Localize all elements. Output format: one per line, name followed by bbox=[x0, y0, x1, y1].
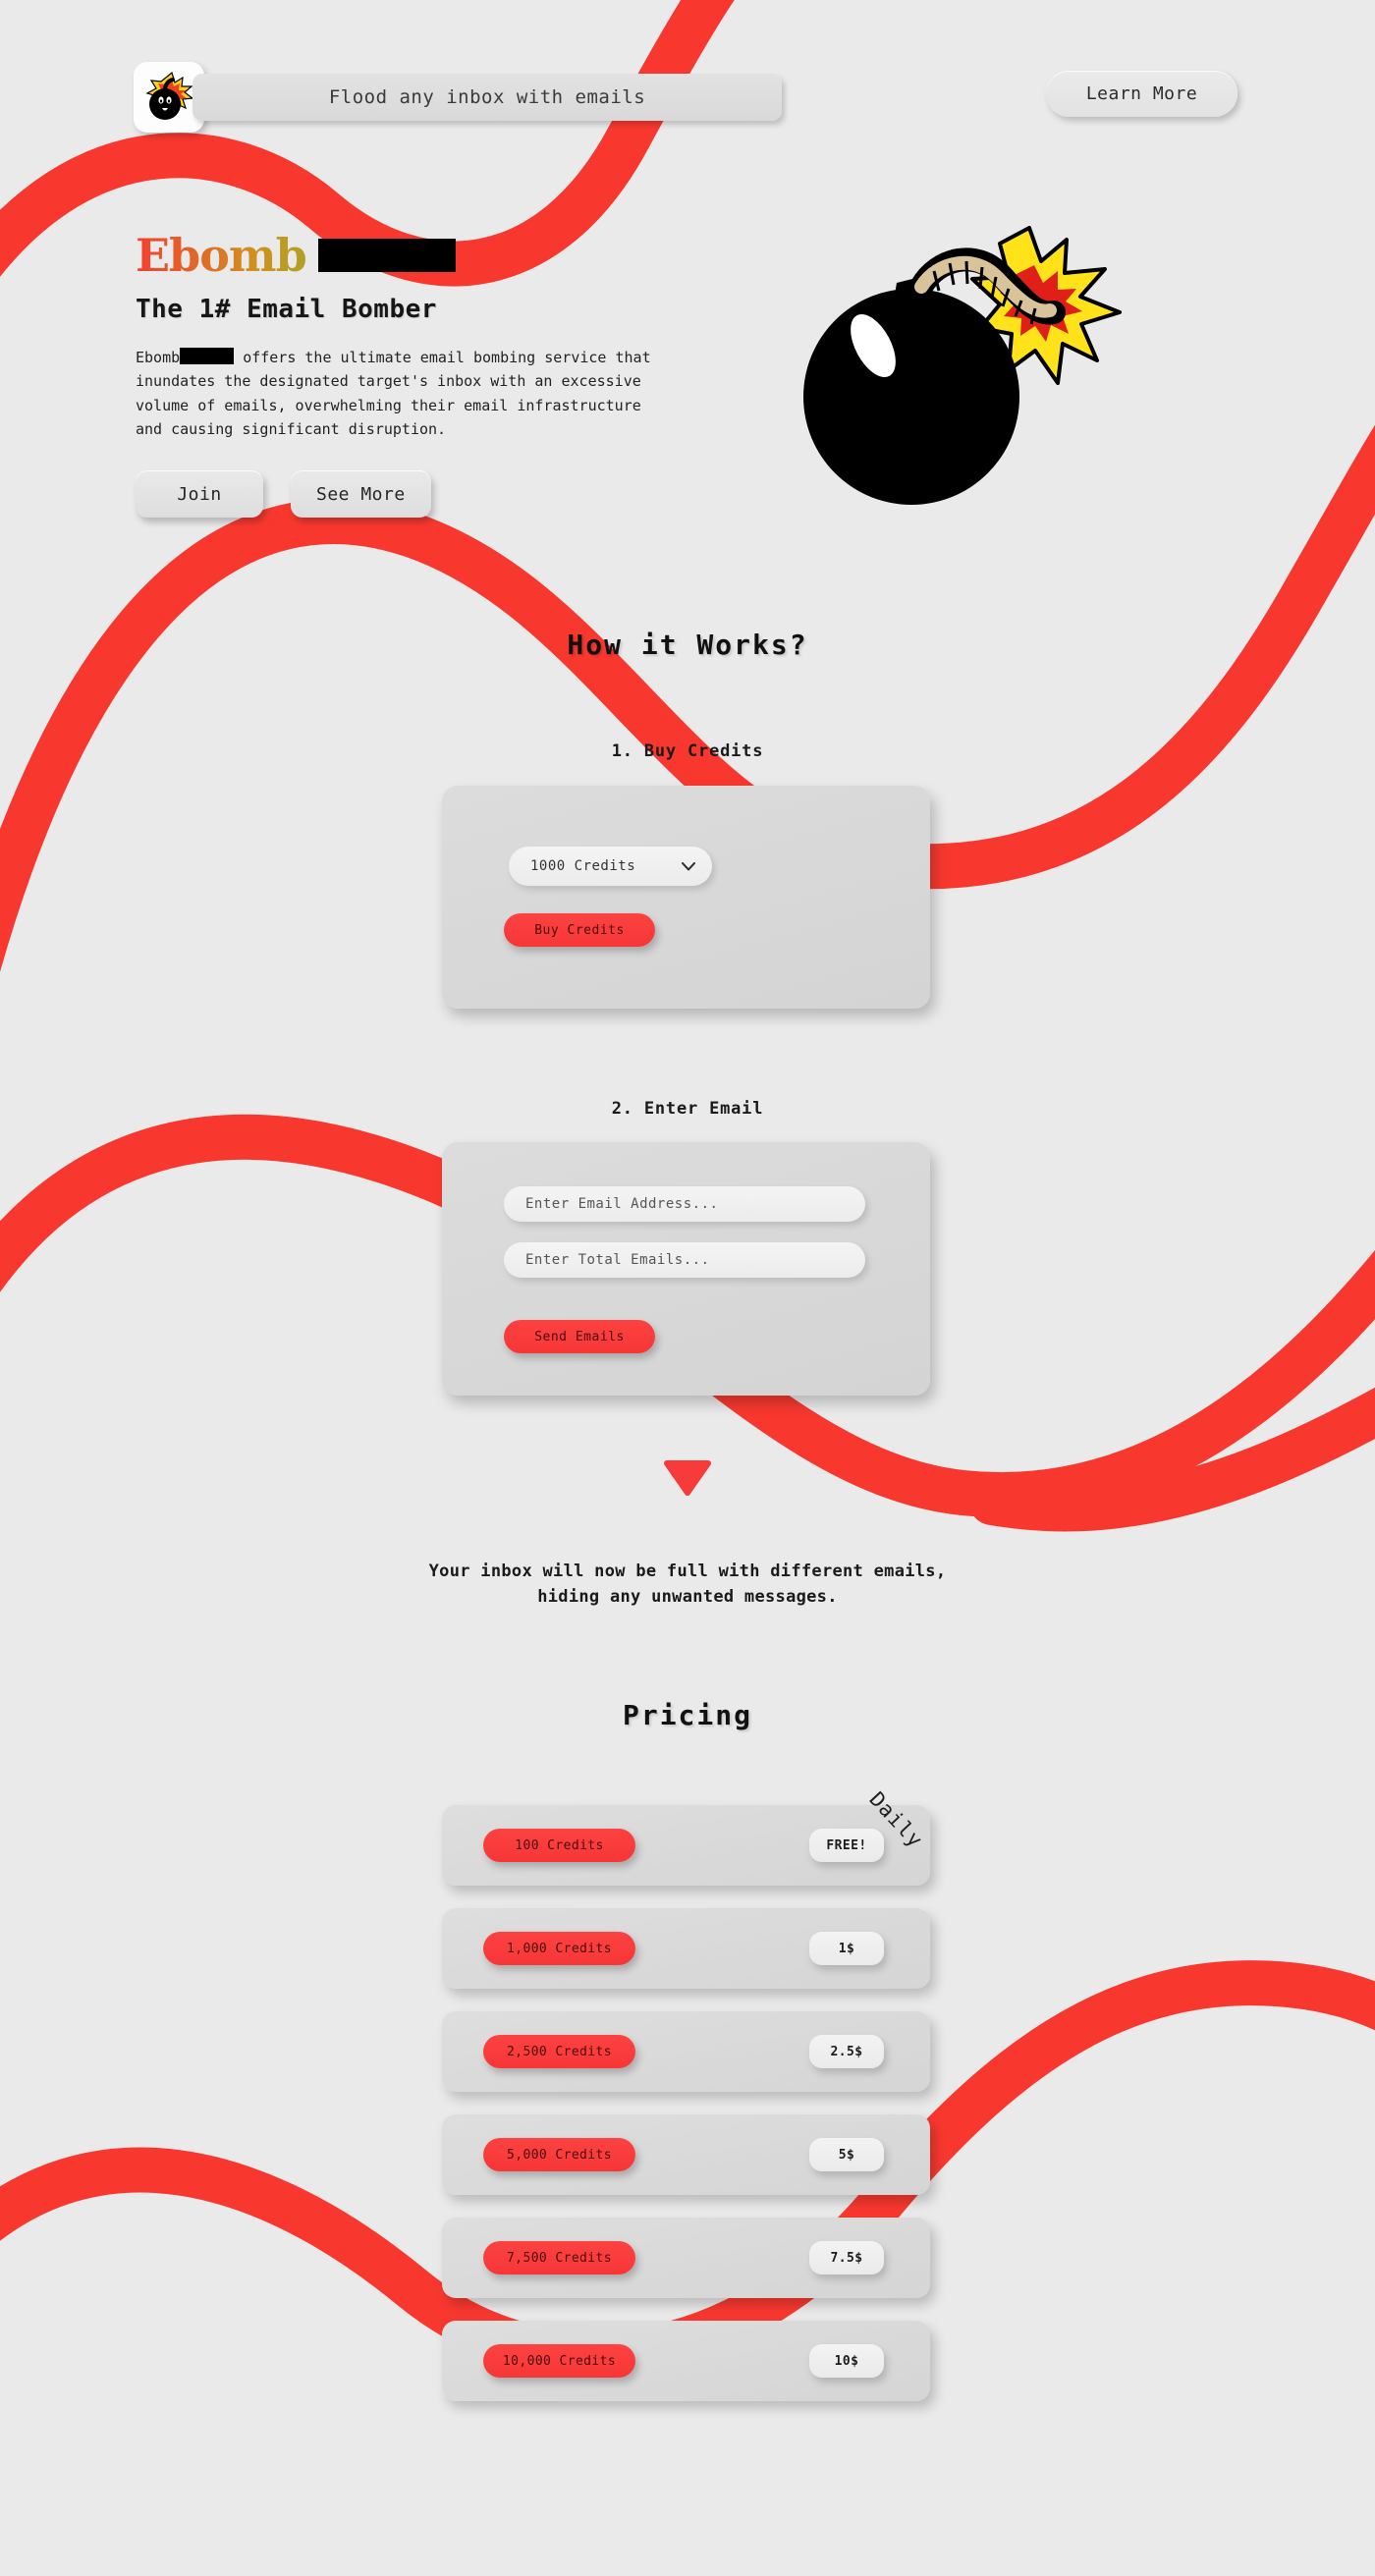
brand-row: Ebomb bbox=[136, 228, 686, 283]
step-2-label: 2. Enter Email bbox=[611, 1099, 764, 1119]
join-button[interactable]: Join bbox=[136, 470, 263, 519]
buy-credits-panel: 1000 Credits Buy Credits bbox=[442, 786, 930, 1009]
pricing-row[interactable]: 5,000 Credits 5$ bbox=[442, 2114, 930, 2195]
buy-credits-button[interactable]: Buy Credits bbox=[504, 913, 655, 947]
hero-actions: Join See More bbox=[136, 470, 686, 519]
send-emails-button[interactable]: Send Emails bbox=[504, 1320, 655, 1353]
total-emails-input[interactable] bbox=[504, 1242, 865, 1278]
pricing-row[interactable]: 100 Credits FREE! bbox=[442, 1805, 930, 1886]
triangle-down-icon bbox=[664, 1460, 711, 1496]
email-address-input[interactable] bbox=[504, 1186, 865, 1222]
hero-text-column: Ebomb The 1# Email Bomber Ebomb offers t… bbox=[136, 228, 686, 519]
landing-page: Flood any inbox with emails Learn More E… bbox=[0, 0, 1375, 2576]
see-more-button[interactable]: See More bbox=[291, 470, 431, 519]
how-it-works-title: How it Works? bbox=[567, 629, 808, 661]
pricing-row[interactable]: 1,000 Credits 1$ bbox=[442, 1908, 930, 1989]
pricing-row[interactable]: 10,000 Credits 10$ bbox=[442, 2321, 930, 2401]
price-chip[interactable]: 1$ bbox=[809, 1932, 884, 1965]
price-chip[interactable]: 2.5$ bbox=[809, 2035, 884, 2068]
description-redaction-bar bbox=[180, 348, 235, 364]
pricing-row[interactable]: 7,500 Credits 7.5$ bbox=[442, 2218, 930, 2298]
price-chip[interactable]: FREE! bbox=[809, 1829, 884, 1862]
enter-email-panel: Send Emails bbox=[442, 1142, 930, 1396]
hero-tagline: The 1# Email Bomber bbox=[136, 295, 437, 324]
brand-redaction-bar bbox=[317, 239, 456, 272]
price-chip[interactable]: 5$ bbox=[809, 2138, 884, 2171]
credits-chip[interactable]: 100 Credits bbox=[483, 1829, 635, 1862]
credits-chip[interactable]: 2,500 Credits bbox=[483, 2035, 635, 2068]
hero-description: Ebomb offers the ultimate email bombing … bbox=[136, 346, 656, 441]
down-arrow-wrap bbox=[0, 1460, 1375, 1500]
brand-name: Ebomb bbox=[136, 229, 307, 282]
outro-line-1: Your inbox will now be full with differe… bbox=[428, 1562, 947, 1581]
credits-select[interactable]: 1000 Credits bbox=[509, 847, 712, 886]
credits-chip[interactable]: 10,000 Credits bbox=[483, 2344, 635, 2378]
header-banner-text: Flood any inbox with emails bbox=[328, 86, 646, 108]
credits-chip[interactable]: 1,000 Credits bbox=[483, 1932, 635, 1965]
chevron-down-icon bbox=[682, 861, 695, 870]
credits-chip[interactable]: 5,000 Credits bbox=[483, 2138, 635, 2171]
outro-line-2: hiding any unwanted messages. bbox=[537, 1586, 838, 1607]
credits-chip[interactable]: 7,500 Credits bbox=[483, 2241, 635, 2275]
outro-message: Your inbox will now be full with differe… bbox=[0, 1560, 1375, 1610]
pricing-row[interactable]: 2,500 Credits 2.5$ bbox=[442, 2011, 930, 2092]
learn-more-button[interactable]: Learn More bbox=[1046, 71, 1238, 117]
bomb-explosion-icon bbox=[145, 71, 194, 120]
price-chip[interactable]: 7.5$ bbox=[809, 2241, 884, 2275]
hero-description-prefix: Ebomb bbox=[136, 349, 181, 366]
bomb-with-lit-fuse-icon bbox=[803, 226, 1122, 505]
step-1-label: 1. Buy Credits bbox=[611, 741, 764, 761]
price-chip[interactable]: 10$ bbox=[809, 2344, 884, 2378]
header-banner[interactable]: Flood any inbox with emails bbox=[192, 74, 782, 121]
credits-select-value: 1000 Credits bbox=[530, 858, 636, 874]
pricing-title: Pricing bbox=[622, 1699, 752, 1731]
